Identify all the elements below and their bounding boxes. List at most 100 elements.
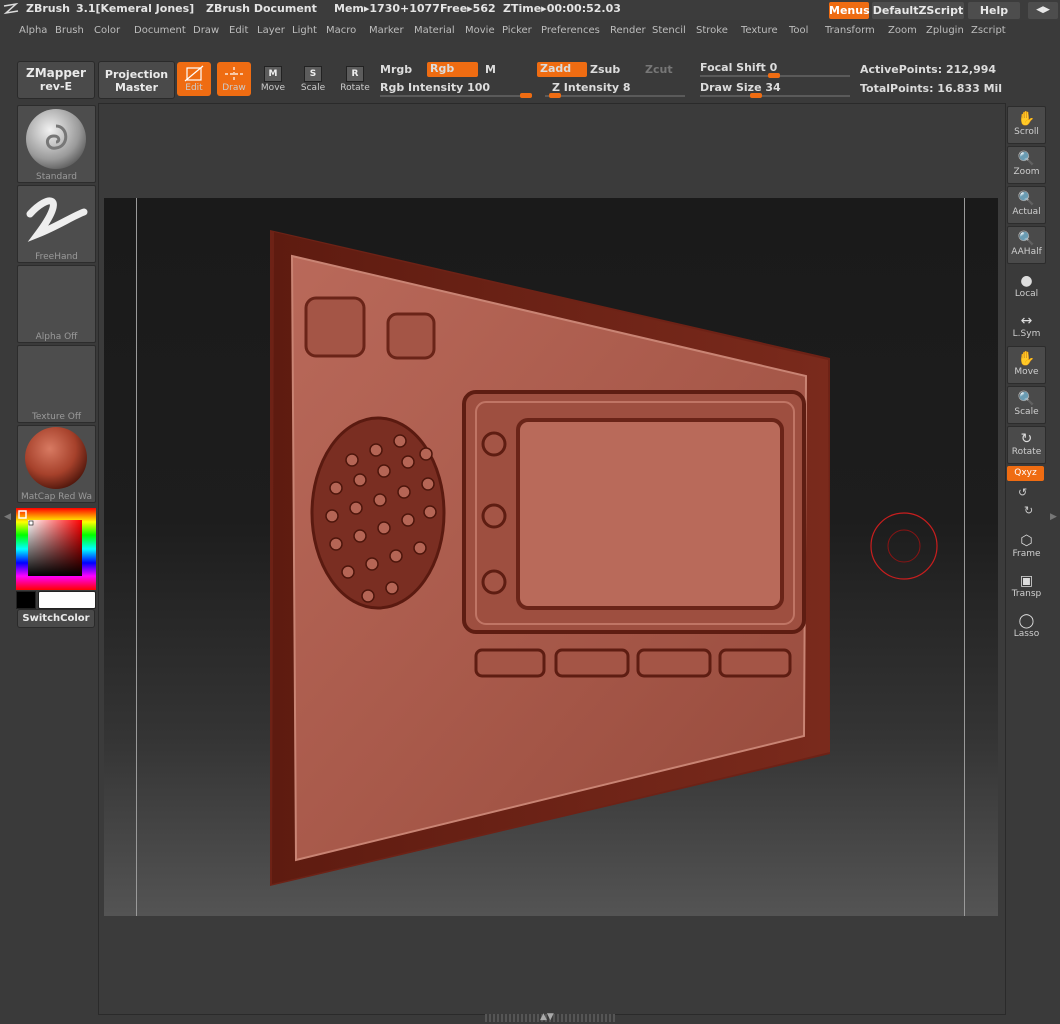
- rotate-button[interactable]: R Rotate: [338, 62, 372, 96]
- projection-title: Projection: [104, 68, 169, 81]
- transp-button[interactable]: ▣ Transp: [1007, 568, 1046, 606]
- top-shelf: ZMapper rev-E Projection Master Edit Dra…: [0, 56, 1060, 104]
- scale-view-label: Scale: [1014, 407, 1039, 417]
- draw-size-slider[interactable]: [700, 93, 850, 98]
- menu-document[interactable]: Document: [134, 25, 186, 36]
- menu-zplugin[interactable]: Zplugin: [926, 25, 964, 36]
- menu-color[interactable]: Color: [94, 25, 120, 36]
- move-view-button[interactable]: ✋ Move: [1007, 346, 1046, 384]
- menu-stroke[interactable]: Stroke: [696, 25, 728, 36]
- aahalf-label: AAHalf: [1011, 247, 1042, 257]
- collapse-icon[interactable]: ◀: [1036, 5, 1043, 15]
- color-picker[interactable]: [16, 508, 96, 590]
- move-button[interactable]: M Move: [256, 62, 290, 96]
- menu-material[interactable]: Material: [414, 25, 455, 36]
- menu-draw[interactable]: Draw: [193, 25, 219, 36]
- edit-button[interactable]: Edit: [177, 62, 211, 96]
- rgb-button[interactable]: Rgb: [427, 62, 478, 77]
- scale-view-button[interactable]: 🔍 Scale: [1007, 386, 1046, 424]
- switch-color-button[interactable]: SwitchColor: [17, 609, 95, 628]
- menu-marker[interactable]: Marker: [369, 25, 404, 36]
- color-picker-graphic[interactable]: [16, 508, 96, 590]
- menu-render[interactable]: Render: [610, 25, 646, 36]
- local-button[interactable]: ● Local: [1007, 268, 1046, 306]
- menu-macro[interactable]: Macro: [326, 25, 356, 36]
- menu-tool[interactable]: Tool: [789, 25, 808, 36]
- zmapper-button[interactable]: ZMapper rev-E: [17, 61, 95, 99]
- scale-button[interactable]: S Scale: [296, 62, 330, 96]
- draw-button[interactable]: Draw: [217, 62, 251, 96]
- actual-icon: 🔍: [1017, 191, 1036, 207]
- draw-size-handle[interactable]: [750, 93, 762, 98]
- brush-thumbnail[interactable]: Standard: [17, 105, 96, 183]
- secondary-color-swatch[interactable]: [16, 591, 36, 609]
- m-button[interactable]: M: [485, 63, 496, 76]
- lasso-button[interactable]: ◯ Lasso: [1007, 608, 1046, 646]
- stroke-thumbnail[interactable]: FreeHand: [17, 185, 96, 263]
- aahalf-button[interactable]: 🔍 AAHalf: [1007, 226, 1046, 264]
- mrgb-button[interactable]: Mrgb: [380, 63, 412, 76]
- lsym-button[interactable]: ↔ L.Sym: [1007, 308, 1046, 346]
- menu-edit[interactable]: Edit: [229, 25, 248, 36]
- move-label: Move: [260, 83, 286, 93]
- document-canvas[interactable]: [104, 198, 998, 916]
- free-readout: Free▸562: [440, 2, 496, 15]
- menu-stencil[interactable]: Stencil: [652, 25, 686, 36]
- menu-picker[interactable]: Picker: [502, 25, 532, 36]
- menu-alpha[interactable]: Alpha: [19, 25, 47, 36]
- right-tray-arrow-icon[interactable]: ▶: [1050, 512, 1057, 522]
- scroll-icon: ✋: [1017, 111, 1036, 127]
- left-tray-arrow-icon[interactable]: ◀: [4, 512, 11, 522]
- rotate-view-label: Rotate: [1011, 447, 1042, 457]
- freehand-stroke-icon: [26, 197, 88, 242]
- zadd-button[interactable]: Zadd: [537, 62, 587, 77]
- focal-shift-slider[interactable]: [700, 73, 850, 78]
- scroll-button[interactable]: ✋ Scroll: [1007, 106, 1046, 144]
- menu-brush[interactable]: Brush: [55, 25, 84, 36]
- bottom-tray-arrow-icon[interactable]: ▲▼: [540, 1012, 554, 1022]
- local-icon: ●: [1020, 273, 1033, 289]
- menu-zscript[interactable]: Zscript: [971, 25, 1006, 36]
- help-button[interactable]: Help: [968, 2, 1020, 19]
- rgb-intensity-slider[interactable]: [380, 93, 532, 98]
- alpha-thumbnail[interactable]: Alpha Off: [17, 265, 96, 343]
- move-view-icon: ✋: [1017, 351, 1036, 367]
- zcut-button[interactable]: Zcut: [645, 63, 673, 76]
- xyz-toggle[interactable]: Qxyz: [1007, 466, 1044, 481]
- menu-bar: Alpha Brush Color Document Draw Edit Lay…: [0, 22, 1060, 42]
- brush-cursor-icon: [870, 512, 938, 580]
- texture-thumbnail[interactable]: Texture Off: [17, 345, 96, 423]
- projection-master-button[interactable]: Projection Master: [98, 61, 175, 99]
- menu-light[interactable]: Light: [292, 25, 317, 36]
- rgb-intensity-handle[interactable]: [520, 93, 532, 98]
- rotate-z-icon[interactable]: ↻: [1024, 504, 1033, 517]
- brush-name: Standard: [36, 172, 77, 182]
- menu-preferences[interactable]: Preferences: [541, 25, 600, 36]
- menu-layer[interactable]: Layer: [257, 25, 285, 36]
- default-zscript-button[interactable]: DefaultZScript: [872, 2, 964, 19]
- menu-texture[interactable]: Texture: [741, 25, 778, 36]
- zsub-button[interactable]: Zsub: [590, 63, 620, 76]
- material-thumbnail[interactable]: MatCap Red Wa: [17, 425, 96, 503]
- scale-icon: S: [304, 66, 322, 82]
- rotate-view-button[interactable]: ↻ Rotate: [1007, 426, 1046, 464]
- z-intensity-slider[interactable]: [545, 93, 685, 98]
- zoom-button[interactable]: 🔍 Zoom: [1007, 146, 1046, 184]
- main-color-swatch[interactable]: [38, 591, 96, 609]
- actual-button[interactable]: 🔍 Actual: [1007, 186, 1046, 224]
- frame-button[interactable]: ⬡ Frame: [1007, 528, 1046, 566]
- menus-button[interactable]: Menus: [829, 2, 870, 19]
- z-intensity-handle[interactable]: [549, 93, 561, 98]
- lasso-label: Lasso: [1013, 629, 1040, 639]
- menu-zoom[interactable]: Zoom: [888, 25, 917, 36]
- scroll-label: Scroll: [1014, 127, 1039, 137]
- zbrush-logo-icon: [3, 2, 19, 15]
- stroke-name: FreeHand: [35, 252, 78, 262]
- rotate-y-icon[interactable]: ↺: [1018, 486, 1027, 499]
- window-controls[interactable]: ◀▶: [1028, 2, 1058, 19]
- menu-movie[interactable]: Movie: [465, 25, 495, 36]
- menu-transform[interactable]: Transform: [825, 25, 875, 36]
- edit-icon: [184, 65, 204, 82]
- focal-shift-handle[interactable]: [768, 73, 780, 78]
- expand-icon[interactable]: ▶: [1043, 5, 1050, 15]
